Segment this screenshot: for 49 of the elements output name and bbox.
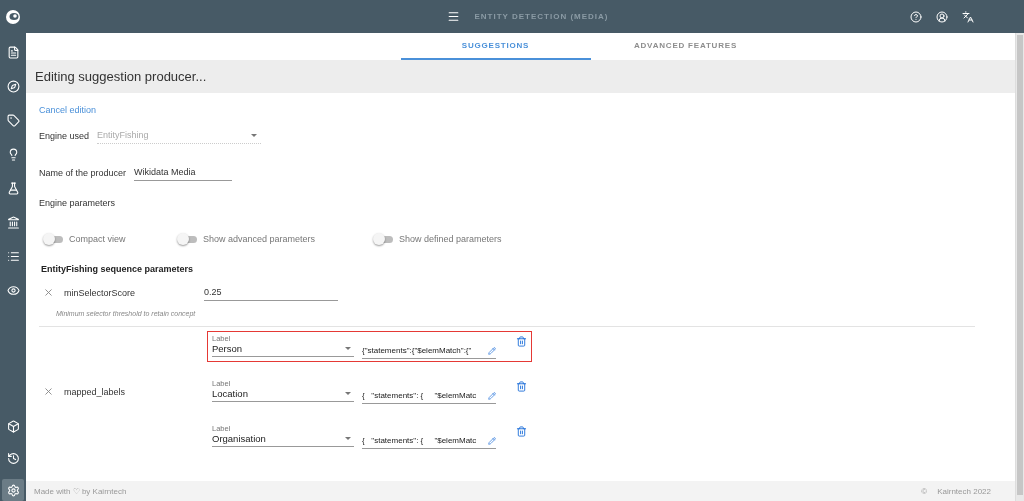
query-field[interactable]: {"statements":{"$elemMatch":{" [362, 343, 496, 359]
user-icon[interactable] [936, 10, 948, 23]
cancel-link[interactable]: Cancel edition [39, 105, 97, 115]
settings-icon [6, 483, 20, 497]
toggle-label: Compact view [69, 234, 126, 244]
remove-icon[interactable] [43, 287, 54, 298]
sidebar-item[interactable] [2, 479, 24, 501]
building-icon [6, 215, 20, 229]
translate-icon[interactable] [962, 10, 974, 23]
menu-icon[interactable] [447, 10, 461, 23]
section-title: EntityFishing sequence parameters [40, 264, 195, 274]
section-header: Editing suggestion producer... [26, 60, 1015, 93]
query-field[interactable]: { "statements": { "$elemMatc [362, 433, 496, 449]
name-field[interactable]: Wikidata Media [134, 164, 233, 181]
caret-icon [345, 347, 351, 350]
cube-icon [6, 419, 20, 433]
remove-icon[interactable] [43, 386, 54, 397]
caret-icon [345, 437, 351, 440]
flask-icon [6, 181, 20, 195]
document-icon [6, 45, 20, 59]
field-label: Engine used [39, 130, 90, 141]
parameter-field[interactable]: 0.25 [204, 284, 338, 301]
caret-icon [345, 392, 351, 395]
toggle-switch[interactable] [177, 233, 199, 245]
copyright-symbol: © [921, 486, 928, 496]
delete-icon[interactable] [516, 426, 527, 437]
delete-icon[interactable] [516, 381, 527, 392]
field-label: Name of the producer [39, 167, 127, 178]
toggle-switch[interactable] [43, 233, 65, 245]
footer-credit: Made with ♡ by Kairntech [34, 486, 127, 496]
scrollbar[interactable] [1015, 33, 1024, 501]
list-icon [6, 249, 20, 263]
help-icon[interactable] [910, 10, 922, 23]
subsection-title: Engine parameters [39, 198, 117, 208]
footer-copyright: Kairntech 2022 [937, 486, 991, 496]
tag-icon [6, 113, 20, 127]
toggle-switch[interactable] [373, 233, 395, 245]
history-icon [6, 451, 20, 465]
toggle-label: Show advanced parameters [203, 234, 316, 244]
compass-icon [6, 79, 20, 93]
query-field[interactable]: { "statements": { "$elemMatc [362, 388, 496, 404]
logo-icon [5, 8, 21, 25]
parameter-name: mapped_labels [63, 386, 127, 397]
page-title: ENTITY DETECTION (MEDIA) [474, 12, 609, 21]
eye-icon [6, 283, 20, 297]
caret-icon [251, 133, 258, 137]
parameter-name: minSelectorScore [63, 287, 137, 298]
toggle-label: Show defined parameters [399, 234, 502, 244]
delete-icon[interactable] [516, 336, 527, 347]
